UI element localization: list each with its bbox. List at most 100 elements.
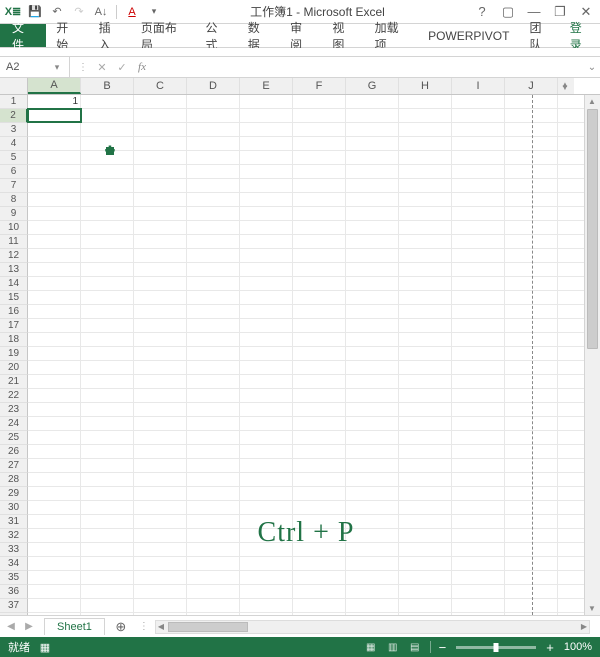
tab-layout[interactable]: 页面布局 xyxy=(131,24,196,47)
cell[interactable] xyxy=(505,333,558,346)
cell[interactable] xyxy=(505,487,558,500)
cell[interactable] xyxy=(346,347,399,360)
row-header[interactable]: 13 xyxy=(0,263,28,277)
cell[interactable] xyxy=(399,571,452,584)
tab-split-handle-icon[interactable]: ⋮ xyxy=(137,621,151,632)
row-header[interactable]: 37 xyxy=(0,599,28,613)
cell[interactable] xyxy=(187,277,240,290)
cell[interactable] xyxy=(399,207,452,220)
cell[interactable] xyxy=(187,585,240,598)
view-normal-icon[interactable]: ▦ xyxy=(362,639,380,655)
cell[interactable] xyxy=(346,515,399,528)
cell[interactable] xyxy=(240,221,293,234)
cell[interactable] xyxy=(293,501,346,514)
cell[interactable] xyxy=(28,207,81,220)
cell[interactable] xyxy=(240,193,293,206)
cell[interactable] xyxy=(293,305,346,318)
cell[interactable] xyxy=(452,599,505,612)
cell[interactable] xyxy=(134,235,187,248)
cell[interactable] xyxy=(399,179,452,192)
cell[interactable] xyxy=(346,459,399,472)
cell[interactable] xyxy=(346,403,399,416)
cell[interactable] xyxy=(399,557,452,570)
cell[interactable] xyxy=(505,193,558,206)
view-page-layout-icon[interactable]: ▥ xyxy=(384,639,402,655)
row-header[interactable]: 19 xyxy=(0,347,28,361)
cell[interactable] xyxy=(134,151,187,164)
cell[interactable] xyxy=(452,459,505,472)
cell[interactable] xyxy=(240,249,293,262)
cell[interactable] xyxy=(28,151,81,164)
cell[interactable] xyxy=(81,459,134,472)
cell[interactable] xyxy=(399,487,452,500)
cell[interactable] xyxy=(134,193,187,206)
cell[interactable] xyxy=(399,123,452,136)
cell[interactable] xyxy=(293,221,346,234)
cell[interactable] xyxy=(187,333,240,346)
row-header[interactable]: 12 xyxy=(0,249,28,263)
cell[interactable] xyxy=(134,361,187,374)
cell[interactable] xyxy=(505,459,558,472)
cell[interactable] xyxy=(346,123,399,136)
row-header[interactable]: 21 xyxy=(0,375,28,389)
drag-handle-icon[interactable]: ⋮ xyxy=(76,62,90,73)
select-all-corner[interactable] xyxy=(0,78,28,94)
cell[interactable] xyxy=(240,389,293,402)
view-page-break-icon[interactable]: ▤ xyxy=(406,639,424,655)
cell[interactable] xyxy=(134,305,187,318)
cell[interactable] xyxy=(187,557,240,570)
cell[interactable] xyxy=(505,235,558,248)
tab-formulas[interactable]: 公式 xyxy=(195,24,237,47)
cell[interactable] xyxy=(505,473,558,486)
cell[interactable] xyxy=(240,515,293,528)
cell[interactable] xyxy=(134,459,187,472)
cell[interactable] xyxy=(505,277,558,290)
cell[interactable] xyxy=(187,543,240,556)
cell[interactable] xyxy=(505,347,558,360)
cell[interactable] xyxy=(452,571,505,584)
cell[interactable] xyxy=(346,221,399,234)
cell[interactable] xyxy=(452,137,505,150)
cell[interactable] xyxy=(505,571,558,584)
column-header-g[interactable]: G xyxy=(346,78,399,94)
cell[interactable] xyxy=(187,459,240,472)
cell[interactable] xyxy=(28,487,81,500)
cell[interactable] xyxy=(240,95,293,108)
cell[interactable] xyxy=(81,585,134,598)
cell[interactable] xyxy=(452,263,505,276)
cell[interactable] xyxy=(293,347,346,360)
cell[interactable] xyxy=(134,207,187,220)
cell[interactable] xyxy=(452,333,505,346)
cell[interactable] xyxy=(28,361,81,374)
enter-icon[interactable]: ✓ xyxy=(114,59,130,75)
tab-data[interactable]: 数据 xyxy=(238,24,280,47)
sheet-tab-sheet1[interactable]: Sheet1 xyxy=(44,618,105,635)
cell[interactable] xyxy=(346,543,399,556)
cell[interactable] xyxy=(505,403,558,416)
cell[interactable] xyxy=(346,571,399,584)
zoom-percent[interactable]: 100% xyxy=(564,641,592,653)
cell[interactable] xyxy=(81,361,134,374)
cell[interactable] xyxy=(293,515,346,528)
cell[interactable] xyxy=(346,137,399,150)
cell[interactable] xyxy=(293,529,346,542)
cell[interactable] xyxy=(452,529,505,542)
cell[interactable] xyxy=(399,291,452,304)
cell[interactable] xyxy=(505,585,558,598)
cell[interactable] xyxy=(505,319,558,332)
cell[interactable] xyxy=(81,389,134,402)
cell[interactable] xyxy=(134,249,187,262)
cell[interactable] xyxy=(346,165,399,178)
tab-file[interactable]: 文件 xyxy=(0,24,46,47)
cell[interactable] xyxy=(187,417,240,430)
cell[interactable] xyxy=(505,221,558,234)
tab-review[interactable]: 审阅 xyxy=(280,24,322,47)
cell[interactable] xyxy=(399,95,452,108)
cell[interactable] xyxy=(240,543,293,556)
cell[interactable] xyxy=(134,529,187,542)
cell[interactable] xyxy=(452,501,505,514)
cell[interactable] xyxy=(346,235,399,248)
row-header[interactable]: 23 xyxy=(0,403,28,417)
tab-team[interactable]: 团队 xyxy=(519,24,561,47)
cell[interactable] xyxy=(81,445,134,458)
